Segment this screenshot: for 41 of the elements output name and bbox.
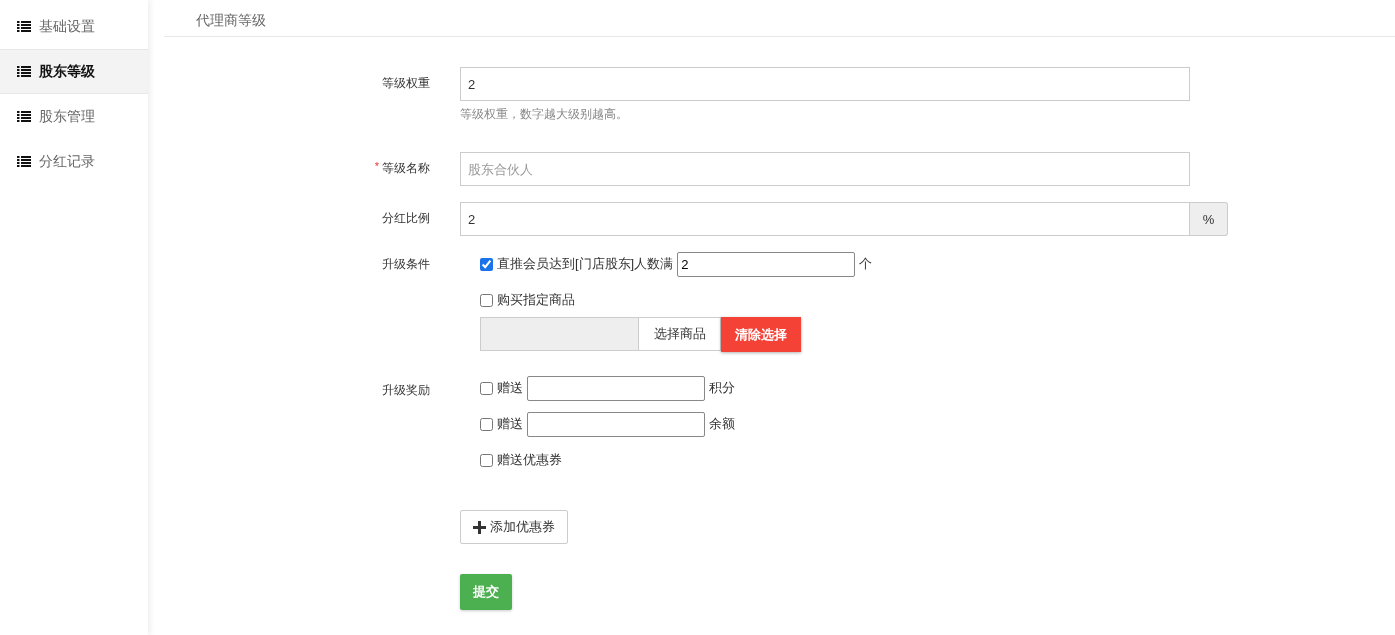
required-mark: *: [374, 159, 379, 172]
help-text: 等级权重，数字越大级别越高。: [460, 106, 629, 123]
checkbox[interactable]: [480, 417, 493, 431]
checkbox[interactable]: [480, 257, 493, 271]
list-icon: [17, 110, 31, 123]
option-label: 直推会员达到[门店股东]人数满: [497, 255, 674, 273]
unit-label: 个: [859, 255, 873, 273]
field-label: 分红比例: [382, 210, 430, 227]
option-label: 赠送: [497, 415, 523, 433]
plus-icon: [473, 520, 486, 534]
add-coupon-button[interactable]: 添加优惠券: [460, 510, 568, 544]
unit-label: 余额: [709, 415, 735, 433]
list-icon: [17, 65, 31, 78]
sidebar-item[interactable]: 基础设置: [0, 4, 148, 49]
select-goods-button[interactable]: 选择商品: [639, 317, 721, 351]
field-label: 等级权重: [382, 75, 430, 92]
text-field[interactable]: 2: [460, 67, 1190, 101]
checkbox[interactable]: [480, 381, 493, 395]
goods-field[interactable]: [480, 317, 639, 351]
clear-selection-button[interactable]: 清除选择: [721, 317, 801, 352]
list-icon: [17, 20, 31, 33]
page-title: 代理商等级: [164, 0, 1395, 37]
amount-field[interactable]: [527, 411, 705, 437]
text-field[interactable]: 2: [460, 202, 1190, 236]
count-field[interactable]: 2: [677, 251, 856, 277]
option-label: 赠送: [497, 379, 523, 397]
checkbox[interactable]: [480, 453, 493, 467]
amount-field[interactable]: [527, 375, 705, 401]
text-field[interactable]: 股东合伙人: [460, 152, 1190, 186]
unit-label: 积分: [709, 379, 735, 397]
field-label: 等级名称: [382, 160, 430, 177]
option-label: 购买指定商品: [497, 291, 575, 309]
option-label: 赠送优惠券: [497, 451, 562, 469]
sidebar-item[interactable]: 股东管理: [0, 94, 148, 139]
checkbox[interactable]: [480, 293, 493, 307]
percent-addon: %: [1190, 202, 1228, 236]
sidebar-item[interactable]: 分红记录: [0, 139, 148, 184]
list-icon: [17, 155, 31, 168]
field-label: 升级奖励: [381, 382, 430, 399]
field-label: 升级条件: [381, 256, 430, 273]
sidebar-item[interactable]: 股东等级: [0, 49, 148, 94]
